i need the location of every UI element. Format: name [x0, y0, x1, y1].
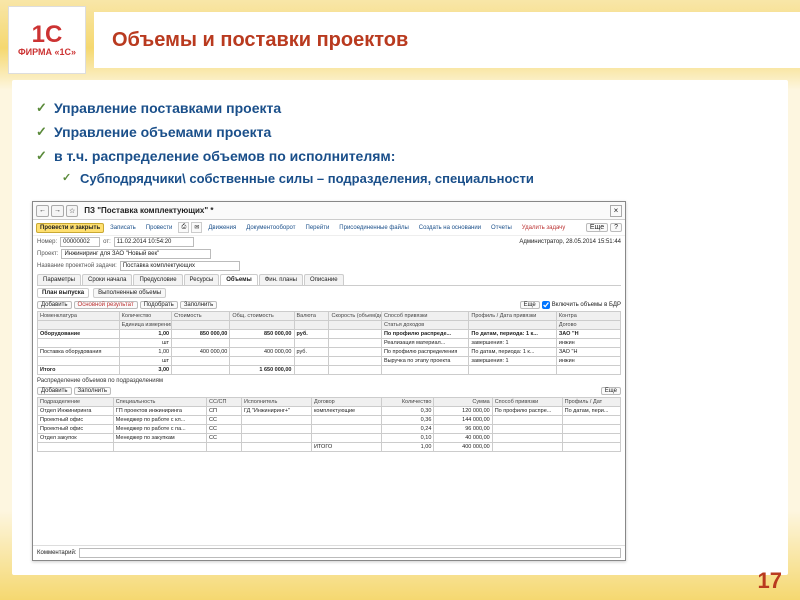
logo-1c: 1C ФИРМА «1С»: [8, 6, 86, 74]
docflow-button[interactable]: Документооборот: [242, 223, 299, 233]
post-button[interactable]: Провести: [142, 223, 177, 233]
admin-info: Администратор, 28.05.2014 15:51:44: [519, 239, 621, 245]
table-row[interactable]: Отдел ИнжинирингаГП проектов инжиниринга…: [38, 407, 621, 416]
comment-label: Комментарий:: [37, 550, 76, 556]
favorite-button[interactable]: ☆: [66, 205, 78, 217]
include-bdr-checkbox[interactable]: [542, 301, 550, 309]
tab-precond[interactable]: Предусловие: [133, 274, 182, 285]
table-row[interactable]: Итого3,001 650 000,00: [38, 366, 621, 375]
task-name-label: Название проектной задачи:: [37, 263, 117, 269]
close-button[interactable]: ×: [610, 205, 622, 217]
more-button[interactable]: Еще: [601, 387, 621, 395]
save-button[interactable]: Записать: [106, 223, 140, 233]
number-label: Номер:: [37, 239, 57, 245]
bullet-item: Управление поставками проекта: [32, 96, 768, 120]
window-toolbar: ← → ☆ ПЗ "Поставка комплектующих" * ×: [33, 202, 625, 220]
bullet-list: Управление поставками проекта Управление…: [32, 96, 768, 168]
volumes-table[interactable]: Номенклатура Количество Стоимость Общ. с…: [37, 311, 621, 375]
bullet-item: Управление объемами проекта: [32, 120, 768, 144]
pick-button[interactable]: Подобрать: [140, 301, 178, 309]
logo-big: 1C: [32, 23, 63, 47]
app-screenshot: ← → ☆ ПЗ "Поставка комплектующих" * × Пр…: [32, 201, 626, 561]
add-row-button[interactable]: Добавить: [37, 387, 72, 395]
create-based-button[interactable]: Создать на основании: [415, 223, 485, 233]
distribution-title: Распределение объемов по подразделениям: [33, 376, 625, 386]
table-row[interactable]: штВыручка по этапу проектазавершения: 1и…: [38, 357, 621, 366]
tab-resources[interactable]: Ресурсы: [184, 274, 220, 285]
window-title: ПЗ "Поставка комплектующих" *: [84, 206, 213, 215]
table-row[interactable]: Отдел закупокМенеджер по закупкамСС0,104…: [38, 434, 621, 443]
tab-params[interactable]: Параметры: [37, 274, 81, 285]
table-header: Номенклатура Количество Стоимость Общ. с…: [38, 312, 621, 321]
sub-bullet-item: Субподрядчики\ собственные силы – подраз…: [62, 168, 768, 189]
action-bar: Провести и закрыть Записать Провести ⎙ ✉…: [33, 220, 625, 236]
slide-content: Управление поставками проекта Управление…: [12, 80, 788, 575]
table-row[interactable]: Поставка оборудования1,00400 000,00400 0…: [38, 348, 621, 357]
delete-task-button[interactable]: Удалить задачу: [518, 223, 570, 233]
table-row[interactable]: Проектный офисМенеджер по работе с кл...…: [38, 416, 621, 425]
table-row[interactable]: Оборудование1,00850 000,00850 000,00руб.…: [38, 330, 621, 339]
logo-small: ФИРМА «1С»: [18, 47, 76, 57]
number-field[interactable]: 00000002: [60, 237, 100, 247]
movements-button[interactable]: Движения: [204, 223, 240, 233]
reports-button[interactable]: Отчеты: [487, 223, 516, 233]
attachments-button[interactable]: Присоединенные файлы: [335, 223, 413, 233]
table-row[interactable]: штРеализация материал...завершения: 1инж…: [38, 339, 621, 348]
sub-bullet-list: Субподрядчики\ собственные силы – подраз…: [32, 168, 768, 189]
task-name-field[interactable]: Поставка комплектующих: [120, 261, 240, 271]
project-field[interactable]: Инжиниринг для ЗАО "Новый век": [61, 249, 211, 259]
add-row-button[interactable]: Добавить: [37, 301, 72, 309]
subtab-plan[interactable]: План выпуска: [37, 288, 89, 298]
tab-volumes[interactable]: Объемы: [220, 274, 258, 285]
comment-field[interactable]: [79, 548, 621, 558]
project-label: Проект:: [37, 251, 58, 257]
fill-button[interactable]: Заполнить: [180, 301, 217, 309]
bullet-item: в т.ч. распределение объемов по исполнит…: [32, 144, 768, 168]
slide-title: Объемы и поставки проектов: [94, 12, 800, 68]
sub-tabs: План выпуска Выполненные объемы: [33, 286, 625, 300]
main-result-button[interactable]: Основной результат: [74, 301, 138, 309]
table-row[interactable]: Проектный офисМенеджер по работе с па...…: [38, 425, 621, 434]
tab-desc[interactable]: Описание: [304, 274, 344, 285]
table-header: Подразделение Специальность СС/СП Исполн…: [38, 398, 621, 407]
nav-back-button[interactable]: ←: [36, 205, 49, 217]
distribution-table[interactable]: Подразделение Специальность СС/СП Исполн…: [37, 397, 621, 452]
help-button[interactable]: ?: [610, 223, 622, 232]
post-and-close-button[interactable]: Провести и закрыть: [36, 223, 104, 233]
tab-dates[interactable]: Сроки начала: [82, 274, 132, 285]
toolbar-icon[interactable]: ⎙: [178, 222, 189, 233]
nav-forward-button[interactable]: →: [51, 205, 64, 217]
table-subheader: Единица измерения Статья доходов Догово: [38, 321, 621, 330]
tab-finplans[interactable]: Фин. планы: [259, 274, 303, 285]
more-button[interactable]: Еще: [520, 301, 540, 309]
subtab-done[interactable]: Выполненные объемы: [93, 288, 166, 298]
toolbar-icon[interactable]: ✉: [191, 222, 202, 233]
date-field[interactable]: 11.02.2014 10:54:20: [114, 237, 194, 247]
page-number: 17: [758, 568, 782, 594]
fill-button[interactable]: Заполнить: [74, 387, 111, 395]
main-tabs: Параметры Сроки начала Предусловие Ресур…: [37, 274, 621, 286]
date-label: от:: [103, 239, 111, 245]
table-row[interactable]: ИТОГО1,00400 000,00: [38, 443, 621, 452]
more-button[interactable]: Еще: [586, 223, 608, 232]
include-bdr-label: Включить объемы в БДР: [552, 302, 621, 308]
goto-button[interactable]: Перейти: [302, 223, 334, 233]
